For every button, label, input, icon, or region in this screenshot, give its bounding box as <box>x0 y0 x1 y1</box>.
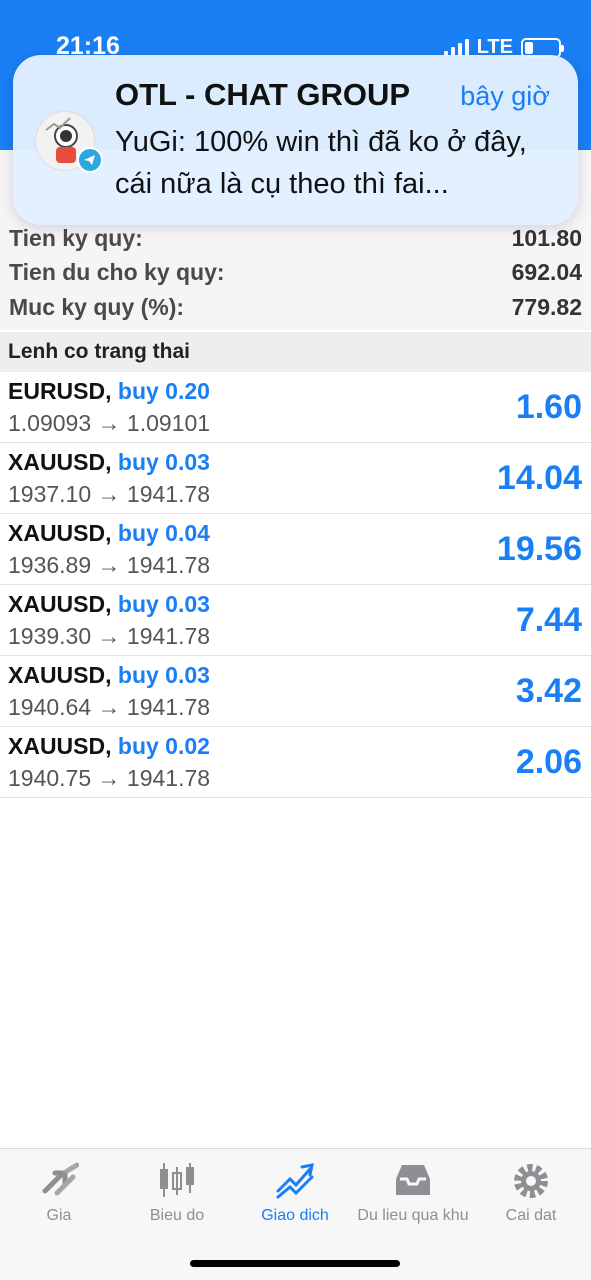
order-profit: 7.44 <box>515 601 582 639</box>
order-price: 1937.10 → 1941.78 <box>8 481 211 507</box>
order-side: buy 0.20 <box>117 378 210 404</box>
account-row-margin: Tien ky quy: 101.80 <box>0 221 591 255</box>
account-value: 101.80 <box>511 224 582 251</box>
order-row[interactable]: XAUUSD, buy 0.03 1939.30 → 1941.78 7.44 <box>0 585 591 656</box>
order-price: 1940.75 → 1941.78 <box>8 765 211 791</box>
order-price: 1.09093 → 1.09101 <box>8 410 211 436</box>
tab-label: Du lieu qua khu <box>357 1207 469 1224</box>
order-side: buy 0.03 <box>117 591 210 617</box>
account-row-margin-level: Muc ky quy (%): 779.82 <box>0 290 591 324</box>
candlestick-icon <box>160 1163 194 1197</box>
inbox-icon <box>396 1165 430 1195</box>
order-symbol: XAUUSD, <box>8 662 112 688</box>
tab-label: Gia <box>46 1207 72 1224</box>
order-side: buy 0.04 <box>117 520 210 546</box>
trend-icon <box>276 1163 314 1199</box>
gear-icon <box>514 1164 548 1198</box>
account-label: Muc ky quy (%): <box>9 293 185 320</box>
order-price: 1936.89 → 1941.78 <box>8 552 211 578</box>
account-label: Tien ky quy: <box>9 224 143 251</box>
section-title: Lenh co trang thai <box>0 332 591 372</box>
order-row[interactable]: EURUSD, buy 0.20 1.09093 → 1.09101 1.60 <box>0 372 591 443</box>
tab-du-lieu-qua-khu[interactable]: Du lieu qua khu <box>354 1149 472 1239</box>
order-profit: 1.60 <box>515 388 582 426</box>
order-symbol: XAUUSD, <box>8 449 112 475</box>
home-indicator[interactable] <box>190 1260 400 1267</box>
notification-message: YuGi: 100% win thì đã ko ở đây, cái nữa … <box>115 126 527 200</box>
account-value: 692.04 <box>511 258 582 285</box>
tab-label: Bieu do <box>149 1207 205 1224</box>
order-symbol: XAUUSD, <box>8 591 112 617</box>
account-value: 779.82 <box>511 293 582 320</box>
order-side: buy 0.03 <box>117 662 210 688</box>
signal-icon <box>443 38 469 57</box>
tab-gia[interactable]: Gia <box>0 1149 118 1239</box>
order-row[interactable]: XAUUSD, buy 0.03 1937.10 → 1941.78 14.04 <box>0 443 591 514</box>
order-symbol: XAUUSD, <box>8 733 112 759</box>
notification-title: OTL - CHAT GROUP <box>115 77 411 112</box>
order-row[interactable]: XAUUSD, buy 0.03 1940.64 → 1941.78 3.42 <box>0 656 591 727</box>
order-profit: 3.42 <box>515 672 582 710</box>
account-label: Tien du cho ky quy: <box>9 258 225 285</box>
order-profit: 14.04 <box>496 459 582 497</box>
order-symbol: XAUUSD, <box>8 520 112 546</box>
tab-cai-dat[interactable]: Cai dat <box>472 1149 590 1239</box>
tab-bieu-do[interactable]: Bieu do <box>118 1149 236 1239</box>
order-profit: 19.56 <box>496 530 582 568</box>
order-symbol: EURUSD, <box>8 378 112 404</box>
notification-banner[interactable]: OTL - CHAT GROUP bây giờ YuGi: 100% win … <box>13 55 578 225</box>
tab-label: Cai dat <box>505 1207 557 1224</box>
order-side: buy 0.03 <box>117 449 210 475</box>
order-price: 1940.64 → 1941.78 <box>8 694 211 720</box>
order-price: 1939.30 → 1941.78 <box>8 623 211 649</box>
account-row-free-margin: Tien du cho ky quy: 692.04 <box>0 255 591 289</box>
arrows-icon <box>42 1162 79 1196</box>
order-side: buy 0.02 <box>117 733 210 759</box>
tab-label: Giao dich <box>261 1207 329 1224</box>
orders-list: EURUSD, buy 0.20 1.09093 → 1.09101 1.60 … <box>0 372 591 798</box>
order-row[interactable]: XAUUSD, buy 0.04 1936.89 → 1941.78 19.56 <box>0 514 591 585</box>
telegram-icon <box>77 147 103 173</box>
tab-giao-dich[interactable]: Giao dich <box>236 1149 354 1239</box>
order-profit: 2.06 <box>515 743 582 781</box>
notification-time: bây giờ <box>460 81 550 111</box>
order-row[interactable]: XAUUSD, buy 0.02 1940.75 → 1941.78 2.06 <box>0 727 591 798</box>
